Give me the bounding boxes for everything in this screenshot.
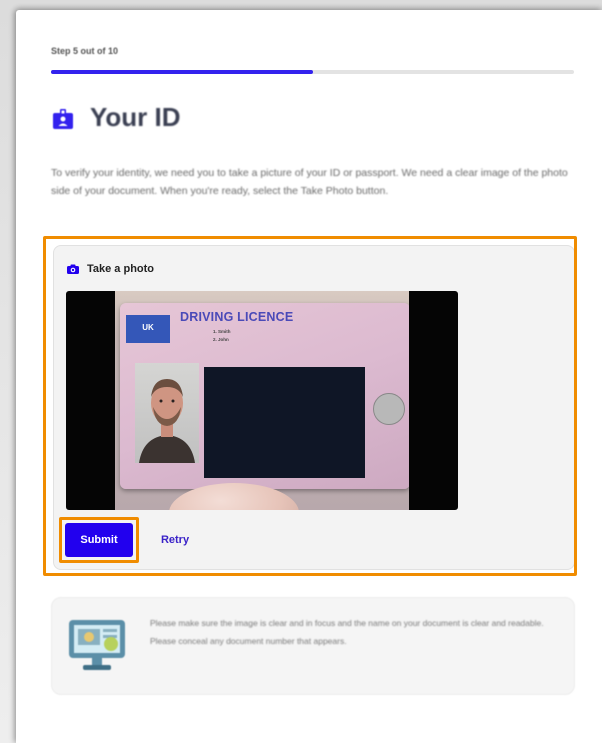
eu-flag-icon: UK — [126, 315, 170, 343]
camera-frame: UK DRIVING LICENCE 1. Smith 2. John — [115, 291, 409, 510]
page-title: Your ID — [90, 102, 181, 132]
capture-card-title: Take a photo — [87, 263, 155, 275]
driving-licence-image: UK DRIVING LICENCE 1. Smith 2. John — [120, 303, 409, 489]
licence-flag-text: UK — [142, 323, 154, 332]
submit-button[interactable]: Submit — [65, 523, 133, 557]
hologram-icon — [373, 393, 405, 425]
retry-button[interactable]: Retry — [151, 523, 199, 557]
portrait-photo — [135, 363, 199, 463]
licence-line: 1. Smith — [213, 329, 231, 334]
licence-line: 2. John — [213, 337, 229, 342]
id-badge-icon — [53, 109, 73, 129]
portrait-face-icon — [139, 379, 195, 463]
progress-bar — [51, 70, 574, 74]
camera-preview: UK DRIVING LICENCE 1. Smith 2. John — [66, 291, 458, 510]
redaction-block — [204, 367, 365, 478]
tip-text: Please make sure the image is clear and … — [150, 618, 544, 646]
intro-text: To verify your identity, we need you to … — [51, 167, 568, 197]
licence-heading: DRIVING LICENCE — [180, 310, 294, 324]
camera-icon — [67, 264, 79, 274]
progress-bar-fill — [51, 70, 313, 74]
capture-card-header: Take a photo — [67, 262, 154, 276]
step-indicator: Step 5 out of 10 — [51, 46, 119, 56]
monitor-icon — [69, 620, 125, 670]
